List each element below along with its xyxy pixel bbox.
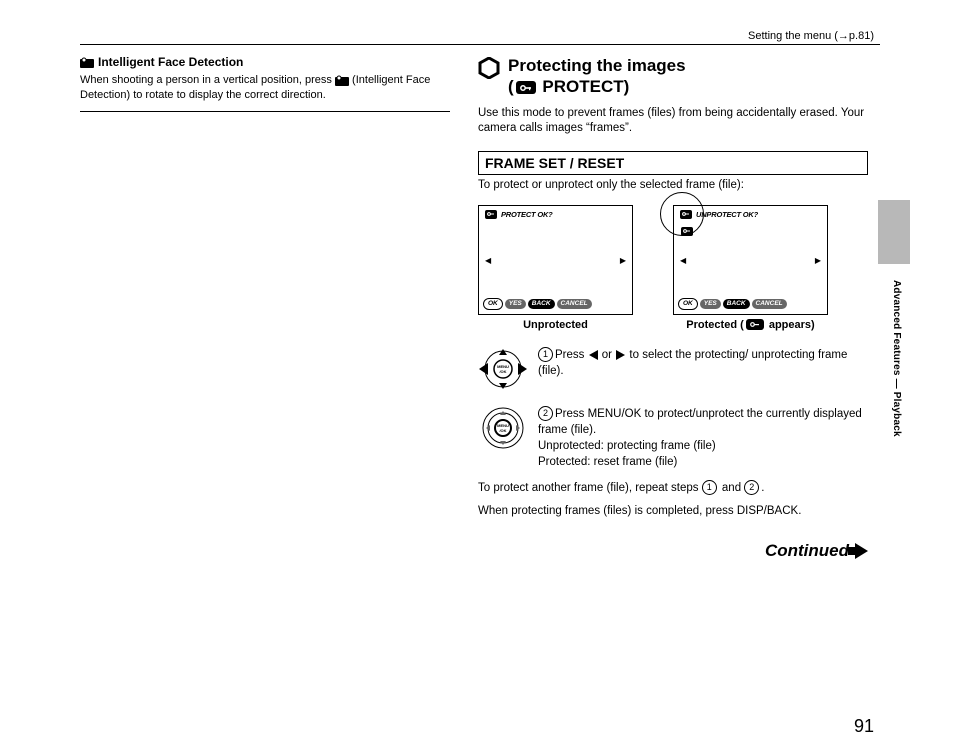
step-2-text: 2Press MENU/OK to protect/unprotect the … <box>538 406 868 470</box>
right-triangle-icon <box>616 350 625 360</box>
step-2: MENU /OK 2Press MENU/OK to protect/unpro… <box>478 406 868 470</box>
tip-title-text: Intelligent Face Detection <box>98 55 243 69</box>
continued-indicator: Continued <box>765 541 868 561</box>
left-arrow-icon: ◀ <box>485 256 491 265</box>
protect-key-icon-inline <box>746 319 764 330</box>
step-number-1: 1 <box>538 347 553 362</box>
right-arrow-icon: ▶ <box>620 256 626 265</box>
step-1: MENU /OK 1Press or to select the protect… <box>478 347 868 396</box>
side-section-label: Advanced Features — Playback <box>891 280 902 437</box>
hexagon-icon <box>478 57 500 84</box>
subsection-heading: FRAME SET / RESET <box>478 151 868 175</box>
face-detect-icon <box>80 57 94 68</box>
heading-line2-b: PROTECT) <box>538 77 630 96</box>
label-unprotected: Unprotected <box>478 319 633 331</box>
cancel-pill: CANCEL <box>557 299 592 309</box>
section-heading: Protecting the images ( PROTECT) <box>478 55 868 98</box>
svg-text:/OK: /OK <box>499 369 506 374</box>
step-1-text: 1Press or to select the protecting/ unpr… <box>538 347 868 396</box>
face-detect-icon-inline <box>335 75 349 86</box>
protect-key-icon-small <box>485 210 497 219</box>
continued-arrow-icon <box>855 543 868 559</box>
heading-line2-a: ( <box>508 77 514 96</box>
subsection-intro: To protect or unprotect only the selecte… <box>478 179 868 191</box>
side-thumb-tab <box>878 200 910 264</box>
yes-pill: YES <box>505 299 526 309</box>
right-arrow-icon: ▶ <box>815 256 821 265</box>
left-column: Intelligent Face Detection When shooting… <box>80 55 450 521</box>
label-protected: Protected ( appears) <box>673 319 828 331</box>
screen2-prompt: UNPROTECT OK? <box>696 210 758 219</box>
left-arrow-icon: ◀ <box>680 256 686 265</box>
heading-line1: Protecting the images <box>508 56 686 75</box>
screen-examples: PROTECT OK? ◀▶ OK YES BACK CANCEL U <box>478 205 868 315</box>
back-pill: BACK <box>723 299 750 309</box>
ok-pill: OK <box>678 298 698 310</box>
protect-key-icon <box>516 81 536 94</box>
step-number-2: 2 <box>538 406 553 421</box>
right-column: Protecting the images ( PROTECT) Use thi… <box>478 55 868 521</box>
cancel-pill: CANCEL <box>752 299 787 309</box>
screen-protected: UNPROTECT OK? ◀ ▶ OK YES BACK CANCEL <box>673 205 828 315</box>
ref-step-1: 1 <box>702 480 717 495</box>
ok-pill: OK <box>483 298 503 310</box>
page-content: Setting the menu (→p.81) Intelligent Fac… <box>80 30 880 730</box>
yes-pill: YES <box>700 299 721 309</box>
header-reference: Setting the menu (→p.81) <box>80 30 880 42</box>
protect-key-icon-small <box>680 210 692 219</box>
svg-text:/OK: /OK <box>499 428 506 433</box>
dpad-horizontal-icon: MENU /OK <box>478 347 528 396</box>
screen-labels: Unprotected Protected ( appears) <box>478 319 868 331</box>
screen1-prompt: PROTECT OK? <box>501 210 553 219</box>
tip-heading: Intelligent Face Detection <box>80 55 450 69</box>
post-step-notes: To protect another frame (file), repeat … <box>478 480 868 521</box>
tip-body: When shooting a person in a vertical pos… <box>80 73 450 112</box>
ref-step-2: 2 <box>744 480 759 495</box>
back-pill: BACK <box>528 299 555 309</box>
dpad-center-icon: MENU /OK <box>478 406 528 470</box>
left-triangle-icon <box>589 350 598 360</box>
protected-indicator-icon <box>679 224 695 238</box>
section-intro: Use this mode to prevent frames (files) … <box>478 106 868 137</box>
screen-unprotected: PROTECT OK? ◀ ▶ OK YES BACK CANCEL <box>478 205 633 315</box>
header-rule <box>80 44 880 45</box>
